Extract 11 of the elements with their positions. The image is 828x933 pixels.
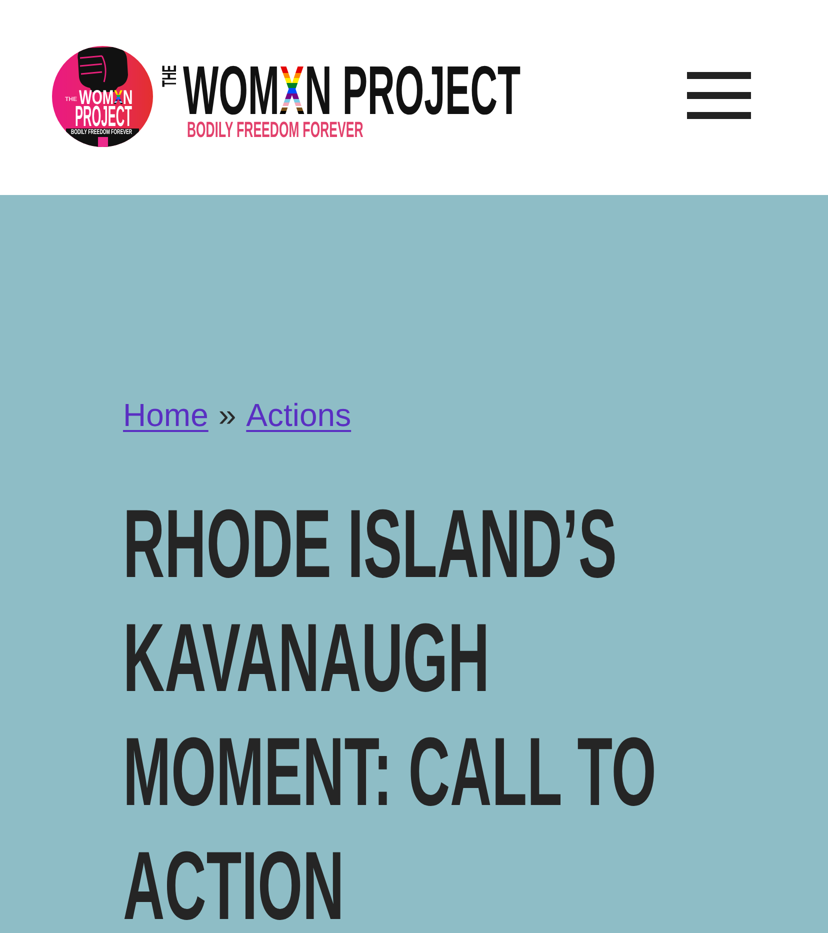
breadcrumb-separator: »	[218, 397, 236, 434]
badge-name: WOMXN	[79, 90, 133, 106]
breadcrumb-link[interactable]: Home	[123, 397, 208, 434]
wordmark-prefix: THE	[163, 65, 178, 87]
badge-project-text: PROJECT	[75, 106, 132, 128]
menu-icon	[687, 72, 751, 119]
wordmark-title: WOMXN PROJECT	[183, 65, 521, 117]
breadcrumb-link[interactable]: Actions	[246, 397, 352, 434]
wordmark-tagline: BODILY FREEDOM FOREVER	[187, 121, 364, 139]
page-title: RHODE ISLAND’S KAVANAUGH MOMENT: CALL TO ACTION	[123, 488, 658, 927]
menu-button[interactable]	[687, 72, 751, 119]
